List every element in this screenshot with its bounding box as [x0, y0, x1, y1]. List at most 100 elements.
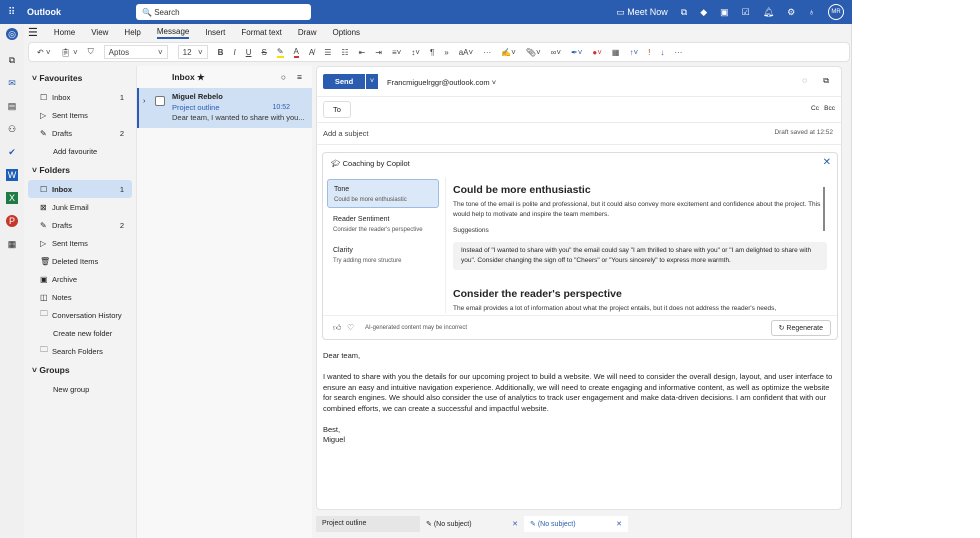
undo-icon[interactable]: ↶ ˅ — [37, 48, 51, 57]
todo-icon[interactable]: ✔ — [6, 146, 18, 158]
signature-icon[interactable]: ✒˅ — [571, 48, 582, 57]
app-launcher-icon[interactable]: ⠿ — [8, 7, 15, 18]
spacing-icon[interactable]: ↕˅ — [411, 48, 420, 57]
new-icon[interactable]: ⧉ — [6, 54, 18, 66]
gear-icon[interactable]: ⚙ — [787, 7, 795, 18]
font-color-icon[interactable]: A — [293, 47, 299, 58]
filter-icon[interactable]: ≡ — [297, 72, 302, 82]
close-icon[interactable]: ✕ — [512, 520, 518, 528]
notes-icon[interactable]: ▣ — [720, 7, 729, 18]
mail-icon[interactable]: ✉ — [6, 77, 18, 89]
attach-icon[interactable]: 📎︎˅ — [526, 48, 541, 57]
styles-icon[interactable]: ¶ — [430, 48, 434, 57]
cc-button[interactable]: Cc — [811, 105, 819, 112]
list-item[interactable]: › Miguel Rebelo Project outline 10:52 Dea… — [137, 88, 312, 128]
excel-icon[interactable]: X — [6, 192, 18, 204]
align-icon[interactable]: ≡˅ — [392, 48, 401, 57]
from-field[interactable]: Francmiguelrggr@outlook.com ˅ — [387, 78, 496, 87]
send-button[interactable]: Send — [323, 74, 365, 89]
bcc-button[interactable]: Bcc — [824, 105, 835, 112]
powerpoint-icon[interactable]: P — [6, 215, 18, 227]
meet-now-button[interactable]: ▭ Meet Now — [616, 7, 668, 18]
fav-drafts[interactable]: ✎ Drafts 2 — [28, 124, 132, 142]
fav-sent-items[interactable]: ▷ Sent Items — [28, 106, 132, 124]
italic-icon[interactable]: I — [233, 48, 235, 57]
people-icon[interactable]: ⚇ — [6, 123, 18, 135]
tab-help[interactable]: Help — [124, 28, 140, 37]
sensitivity-icon[interactable]: ◌ — [802, 76, 807, 85]
folder-junk[interactable]: ⊠ Junk Email — [28, 198, 132, 216]
clear-format-icon[interactable]: A̸ — [309, 48, 314, 57]
more-icon[interactable]: ··· — [483, 48, 491, 57]
close-icon[interactable]: ✕ — [616, 520, 622, 528]
folder-sent[interactable]: ▷ Sent Items — [28, 234, 132, 252]
coach-nav-clarity[interactable]: Clarity Try adding more structure — [327, 241, 439, 270]
folder-conversation-history[interactable]: 🗀 Conversation History — [28, 306, 132, 324]
folder-inbox[interactable]: ☐ Inbox 1 — [28, 180, 132, 198]
underline-icon[interactable]: U — [246, 48, 252, 57]
format-painter-icon[interactable]: ⛉ — [88, 47, 94, 57]
new-group-link[interactable]: New group — [28, 380, 132, 398]
folders-header[interactable]: ˅ Folders — [28, 160, 132, 180]
coach-nav-reader-sentiment[interactable]: Reader Sentiment Consider the reader's pe… — [327, 210, 439, 239]
coach-nav-tone[interactable]: Tone Could be more enthusiastic — [327, 179, 439, 208]
link-icon[interactable]: ∞˅ — [551, 48, 561, 57]
teams-icon[interactable]: ⧉ — [681, 7, 687, 18]
draft-tab-active[interactable]: ✎ (No subject) ✕ — [524, 516, 628, 532]
strikethrough-icon[interactable]: S — [261, 48, 266, 57]
refresh-icon[interactable]: ○ — [281, 72, 286, 82]
fav-inbox[interactable]: ☐ Inbox 1 — [28, 88, 132, 106]
send-options-chevron-icon[interactable]: ˅ — [366, 74, 378, 89]
tab-insert[interactable]: Insert — [205, 28, 225, 37]
importance-icon[interactable]: ↑˅ — [629, 48, 638, 57]
select-checkbox[interactable] — [155, 96, 165, 106]
message-body[interactable]: Dear team, I wanted to share with you th… — [323, 351, 835, 446]
regenerate-button[interactable]: ↻ Regenerate — [770, 320, 831, 336]
high-importance-icon[interactable]: ! — [648, 48, 650, 57]
expand-chevron-icon[interactable]: › — [143, 96, 146, 107]
thumbs-down-icon[interactable]: ♡ — [347, 323, 354, 332]
draft-tab[interactable]: ✎ (No subject) ✕ — [420, 516, 524, 532]
search-input[interactable]: 🔍 Search — [136, 4, 311, 20]
thumbs-up-icon[interactable]: 👍︎ — [333, 323, 341, 333]
search-folders[interactable]: 🗀 Search Folders — [28, 342, 132, 360]
tasks-icon[interactable]: ☑ — [742, 7, 750, 18]
star-icon[interactable]: ★ — [197, 72, 205, 83]
calendar-icon[interactable]: ▤ — [6, 100, 18, 112]
groups-header[interactable]: ˅ Groups — [28, 360, 132, 380]
table-icon[interactable]: ▦ — [612, 48, 620, 57]
pop-out-icon[interactable]: ⧉ — [823, 76, 829, 86]
coach-content[interactable]: Could be more enthusiastic The tone of t… — [445, 177, 827, 313]
numbering-icon[interactable]: ☷ — [341, 48, 348, 57]
lightbulb-icon[interactable]: ♁ — [808, 7, 815, 17]
copilot-icon[interactable]: ◎ — [6, 28, 18, 40]
tab-home[interactable]: Home — [54, 28, 75, 37]
quote-icon[interactable]: » — [444, 48, 448, 57]
create-new-folder-link[interactable]: Create new folder — [28, 324, 132, 342]
decrease-indent-icon[interactable]: ⇤ — [359, 48, 366, 57]
to-button[interactable]: To — [323, 101, 351, 118]
overflow-icon[interactable]: ··· — [674, 48, 682, 57]
clipboard-icon[interactable]: 📋︎ ˅ — [61, 48, 78, 57]
tab-format-text[interactable]: Format text — [241, 28, 281, 37]
avatar[interactable]: MR — [828, 4, 844, 20]
bullets-icon[interactable]: ☰ — [324, 48, 331, 57]
copilot-icon[interactable]: ●˅ — [592, 48, 602, 57]
close-icon[interactable]: ✕ — [823, 157, 831, 168]
tab-draw[interactable]: Draw — [298, 28, 317, 37]
low-importance-icon[interactable]: ↓ — [660, 48, 664, 57]
premium-icon[interactable]: ◆ — [700, 7, 707, 18]
folder-archive[interactable]: ▣ Archive — [28, 270, 132, 288]
tab-view[interactable]: View — [91, 28, 108, 37]
bell-icon[interactable]: 🔔︎ — [763, 7, 774, 18]
subject-input[interactable]: Add a subject — [323, 129, 368, 138]
increase-indent-icon[interactable]: ⇥ — [375, 48, 382, 57]
folder-notes[interactable]: ◫ Notes — [28, 288, 132, 306]
to-input[interactable] — [362, 100, 832, 118]
folder-drafts[interactable]: ✎ Drafts 2 — [28, 216, 132, 234]
scrollbar[interactable] — [823, 187, 825, 231]
font-size-select[interactable]: 12 ˅ — [177, 45, 208, 59]
case-icon[interactable]: aA˅ — [459, 48, 473, 57]
menu-icon[interactable]: ☰ — [28, 26, 38, 39]
folder-deleted[interactable]: 🗑︎ Deleted Items — [28, 252, 132, 270]
